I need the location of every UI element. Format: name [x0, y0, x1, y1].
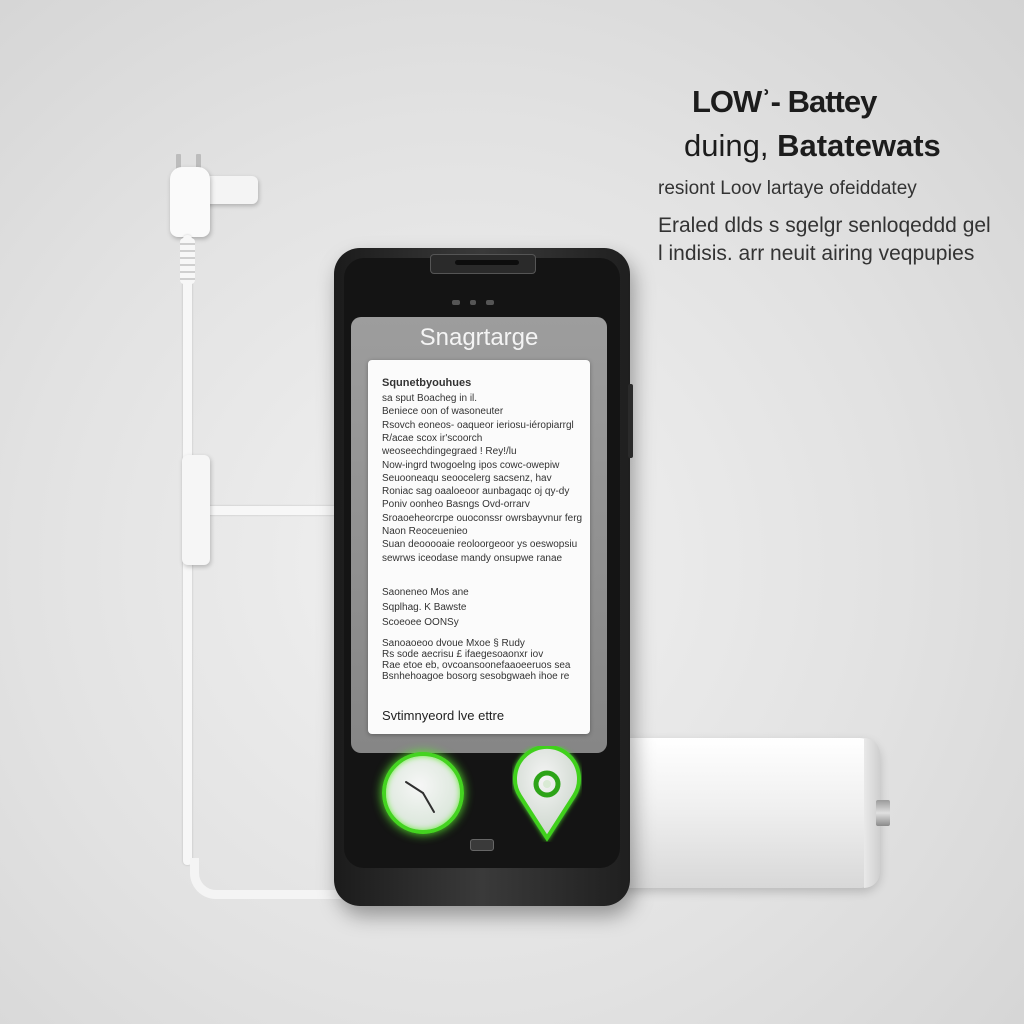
card-text-line: Rae etoe eb, ovcoansoonefaaoeeruos sea	[382, 660, 571, 671]
clock-button[interactable]	[382, 752, 464, 834]
sensor-dot	[452, 300, 460, 305]
card-text-line: Sqplhag. K Bawste	[382, 602, 467, 613]
card-text-line: sewrws iceodase mandy onsupwe ranae	[382, 552, 563, 564]
camera-dot	[470, 300, 476, 305]
side-button[interactable]	[628, 384, 633, 458]
card-text-line: Rs sode aecrisu £ ifaegesoaonxr iov	[382, 649, 544, 660]
card-text-line: Now-ingrd twogoelng ipos cowc-owepiw	[382, 459, 560, 471]
card-text-line: weoseechdingegraed ! Rey!/lu	[382, 446, 517, 458]
card-text-line: Rsovch eoneos- oaqueor ieriosu-iéropiarr…	[382, 419, 574, 431]
speaker-grille	[455, 260, 519, 265]
tagline: resiont Loov lartaye ofeiddatey	[658, 178, 917, 199]
card-footer: Svtimnyeord lve ettre	[382, 708, 505, 723]
card-text-line: Scoeoee OONSy	[382, 617, 459, 628]
location-pin-icon[interactable]	[512, 746, 582, 842]
card-text-line: Poniv oonheo Basngs Ovd-orrarv	[382, 499, 530, 511]
card-text-line: Roniac sag oaaloeoor aunbagaqc oj qy-dy	[382, 486, 570, 498]
card-text-line: Saoneneo Mos ane	[382, 587, 469, 598]
card-text-line: sa sput Boacheg in il.	[382, 393, 478, 404]
cable-loop	[190, 858, 354, 899]
description-line-2: l indisis. arr neuit airing veqpupies	[658, 242, 975, 265]
headline-subtitle-prefix: duing,	[684, 128, 769, 163]
card-heading: Squnetbyouhues	[382, 377, 472, 389]
card-text-line: R/acae scox ir'scoorch	[382, 432, 483, 444]
sensor-dot	[486, 300, 494, 305]
cable-branch	[205, 506, 345, 515]
description-line-1: Eraled dlds s sgelgr senloqeddd gel	[658, 214, 991, 237]
battery-pack	[620, 738, 878, 888]
headline-subtitle: duing, Batatewats	[684, 128, 941, 164]
cable-connector	[182, 455, 210, 565]
usb-plug	[170, 167, 210, 237]
clock-icon	[405, 781, 435, 813]
headline-low-battery: LOWʾ- Battey	[692, 84, 877, 119]
card-text-line: Bsnhehoagoe bosorg sesobgwaeh ihoe re	[382, 671, 570, 682]
battery-terminal	[876, 800, 890, 826]
home-button[interactable]	[470, 839, 494, 851]
card-text-line: Suan deooooaie reoloorgeoor ys oeswopsiu	[382, 539, 578, 551]
card-text-line: Naon Reoceuenieo	[382, 526, 468, 537]
card-text-line: Beniece oon of wasoneuter	[382, 406, 504, 418]
card-text-line: Sroaoeheorcrpe ouoconssr owrsbayvnur fer…	[382, 512, 582, 524]
card-text-line: Seuooneaqu seoocelerg sacsenz, hav	[382, 472, 552, 484]
screen-title: Snagrtarge	[419, 324, 539, 351]
headline-subtitle-bold: Batatewats	[777, 128, 941, 163]
card-text-line: Sanoaoeoo dvoue Mxoe § Rudy	[382, 638, 525, 649]
cable-strain-relief	[180, 238, 195, 284]
